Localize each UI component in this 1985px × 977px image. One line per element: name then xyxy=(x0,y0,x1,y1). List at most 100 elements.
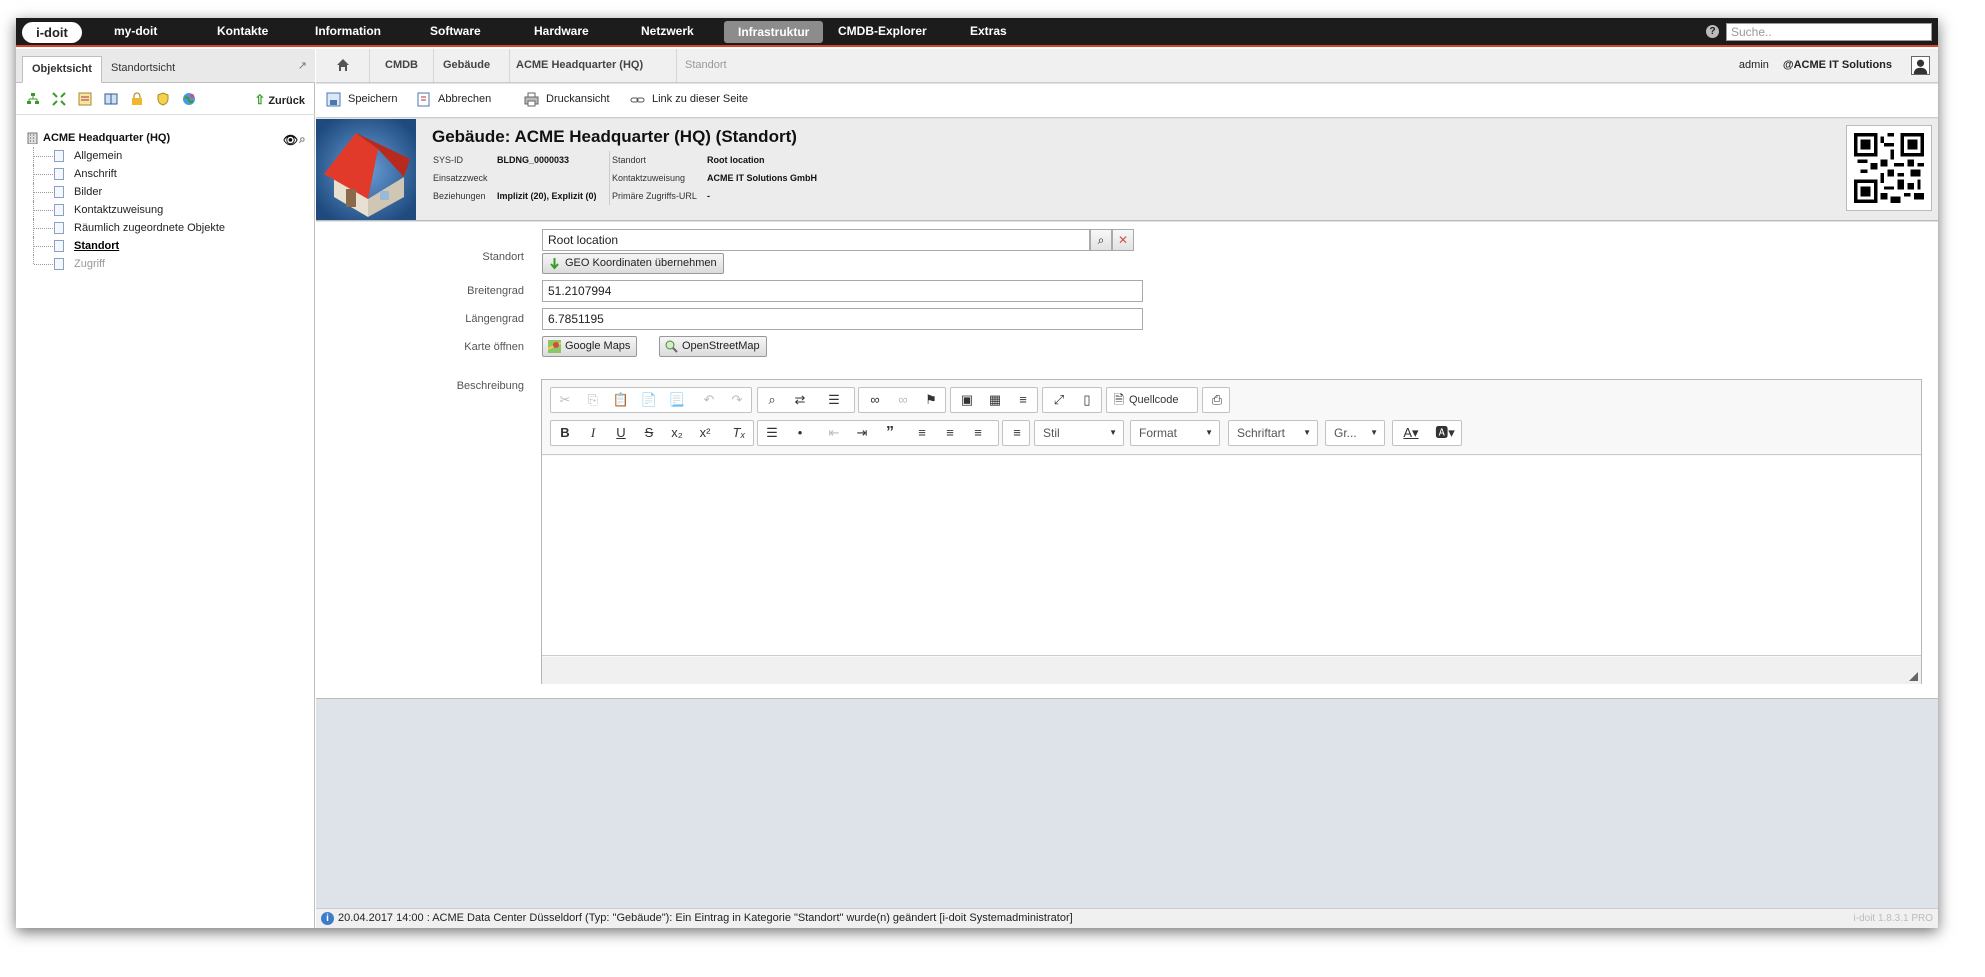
laengengrad-field[interactable]: 6.7851195 xyxy=(542,308,1143,330)
image-icon[interactable]: ▣ xyxy=(953,388,981,412)
nav-software[interactable]: Software xyxy=(430,18,481,45)
nav-extras[interactable]: Extras xyxy=(970,18,1007,45)
background-color-icon[interactable]: 🅰▾ xyxy=(1429,421,1461,445)
google-maps-button[interactable]: Google Maps xyxy=(542,336,638,357)
help-icon[interactable]: ? xyxy=(1706,25,1719,38)
geo-coordinates-button[interactable]: GEO Koordinaten übernehmen xyxy=(542,253,724,274)
copy-icon[interactable]: ⎘ xyxy=(579,388,607,412)
crumb-object[interactable]: ACME Headquarter (HQ) xyxy=(516,49,643,82)
expand-icon[interactable] xyxy=(52,92,66,106)
tree-item-zugriff[interactable]: Zugriff xyxy=(24,255,314,273)
align-right-icon[interactable]: ≡ xyxy=(964,421,992,445)
paste-text-icon[interactable]: 📄 xyxy=(635,388,663,412)
nav-netzwerk[interactable]: Netzwerk xyxy=(641,18,694,45)
text-color-icon[interactable]: A▾ xyxy=(1395,421,1427,445)
idoit-logo[interactable]: i-doit xyxy=(22,22,82,43)
nav-hardware[interactable]: Hardware xyxy=(534,18,589,45)
indent-icon[interactable]: ⇥ xyxy=(848,421,876,445)
qr-code[interactable] xyxy=(1846,125,1932,211)
undo-icon[interactable]: ↶ xyxy=(695,388,723,412)
print-view-button[interactable]: Druckansicht xyxy=(524,84,610,118)
tree-item-kontaktzuweisung[interactable]: Kontaktzuweisung xyxy=(24,201,314,219)
tree-item-allgemein[interactable]: Allgemein xyxy=(24,147,314,165)
bold-icon[interactable]: B xyxy=(551,421,579,445)
tree-item-standort[interactable]: Standort xyxy=(24,237,314,255)
tree-item-bilder[interactable]: Bilder xyxy=(24,183,314,201)
blockquote-icon[interactable]: ” xyxy=(876,421,904,445)
font-dropdown[interactable]: Schriftart ▼ xyxy=(1228,420,1318,446)
tree-item-raeumlich[interactable]: Räumlich zugeordnete Objekte xyxy=(24,219,314,237)
crumb-cmdb[interactable]: CMDB xyxy=(385,49,418,82)
style-dropdown[interactable]: Stil ▼ xyxy=(1034,420,1124,446)
search-location-button[interactable]: ⌕ xyxy=(1090,229,1112,251)
numbered-list-icon[interactable]: ☰ xyxy=(758,421,786,445)
nav-information[interactable]: Information xyxy=(315,18,381,45)
openstreetmap-button[interactable]: OpenStreetMap xyxy=(659,336,767,357)
align-left-icon[interactable]: ≡ xyxy=(908,421,936,445)
popout-icon[interactable]: ↗ xyxy=(298,59,307,72)
editor-content[interactable] xyxy=(542,456,1921,656)
nav-my-doit[interactable]: my-doit xyxy=(114,18,157,45)
meta-value-beziehungen[interactable]: Implizit (20), Explizit (0) xyxy=(497,187,597,205)
unlink-icon[interactable]: ∞ xyxy=(889,388,917,412)
tab-objektsicht[interactable]: Objektsicht xyxy=(22,56,102,83)
breitengrad-field[interactable]: 51.2107994 xyxy=(542,280,1143,302)
italic-icon[interactable]: I xyxy=(579,421,607,445)
outdent-icon[interactable]: ⇤ xyxy=(820,421,848,445)
strikethrough-icon[interactable]: S xyxy=(635,421,663,445)
link-icon[interactable]: ∞ xyxy=(861,388,889,412)
find-icon[interactable]: ⌕ xyxy=(758,388,786,412)
list-icon[interactable] xyxy=(78,92,92,106)
save-button[interactable]: Speichern xyxy=(326,84,398,118)
source-button[interactable]: Quellcode xyxy=(1129,388,1195,412)
avatar[interactable] xyxy=(1911,56,1930,75)
lock-icon[interactable] xyxy=(130,92,144,106)
nav-infrastruktur[interactable]: Infrastruktur xyxy=(724,21,824,43)
magnifier-icon[interactable]: ⌕ xyxy=(299,130,306,148)
cancel-button[interactable]: Abbrechen xyxy=(416,84,491,118)
format-dropdown[interactable]: Format ▼ xyxy=(1130,420,1220,446)
print-icon[interactable]: ⎙ xyxy=(1203,388,1231,412)
tree-root[interactable]: ACME Headquarter (HQ) 👁 ⌕ xyxy=(24,129,314,147)
tenant-name[interactable]: @ACME IT Solutions xyxy=(1783,59,1892,71)
show-blocks-icon[interactable]: ▯ xyxy=(1073,388,1101,412)
select-all-icon[interactable]: ☰ xyxy=(820,388,848,412)
back-button[interactable]: ⇧ Zurück xyxy=(254,92,305,108)
meta-value-standort[interactable]: Root location xyxy=(707,151,765,169)
shield-icon[interactable] xyxy=(156,92,170,106)
superscript-icon[interactable]: x² xyxy=(691,421,719,445)
meta-value-kontaktzuweisung[interactable]: ACME IT Solutions GmbH xyxy=(707,169,817,187)
crumb-gebaeude[interactable]: Gebäude xyxy=(443,49,490,82)
paste-word-icon[interactable]: 📃 xyxy=(663,388,691,412)
nav-cmdb-explorer[interactable]: CMDB-Explorer xyxy=(838,18,927,45)
subscript-icon[interactable]: x₂ xyxy=(663,421,691,445)
anchor-flag-icon[interactable]: ⚑ xyxy=(917,388,945,412)
replace-icon[interactable]: ⇄ xyxy=(786,388,814,412)
tab-standortsicht[interactable]: Standortsicht xyxy=(102,56,184,83)
globe-icon[interactable] xyxy=(182,92,196,106)
resize-handle[interactable] xyxy=(1909,672,1918,681)
cut-icon[interactable]: ✂ xyxy=(551,388,579,412)
justify-icon[interactable]: ≡ xyxy=(1003,421,1031,445)
tree-item-anschrift[interactable]: Anschrift xyxy=(24,165,314,183)
nav-kontakte[interactable]: Kontakte xyxy=(217,18,268,45)
table-icon[interactable]: ▦ xyxy=(981,388,1009,412)
align-center-icon[interactable]: ≡ xyxy=(936,421,964,445)
bullet-list-icon[interactable]: • xyxy=(786,421,814,445)
redo-icon[interactable]: ↷ xyxy=(723,388,751,412)
paste-icon[interactable]: 📋 xyxy=(607,388,635,412)
remove-format-icon[interactable]: Tₓ xyxy=(725,421,753,445)
username[interactable]: admin xyxy=(1739,59,1769,71)
horizontal-rule-icon[interactable]: ≡ xyxy=(1009,388,1037,412)
size-dropdown[interactable]: Gr... ▼ xyxy=(1325,420,1385,446)
underline-icon[interactable]: U xyxy=(607,421,635,445)
standort-field[interactable]: Root location xyxy=(542,229,1090,251)
book-icon[interactable] xyxy=(104,92,118,106)
home-icon[interactable] xyxy=(336,58,350,72)
clear-location-button[interactable]: ✕ xyxy=(1112,229,1134,251)
link-button[interactable]: Link zu dieser Seite xyxy=(630,84,748,118)
tree-view-icon[interactable] xyxy=(26,92,40,106)
maximize-icon[interactable]: ⤢ xyxy=(1045,388,1073,412)
search-input[interactable] xyxy=(1726,23,1932,41)
source-icon[interactable]: 🗎 xyxy=(1109,388,1129,412)
